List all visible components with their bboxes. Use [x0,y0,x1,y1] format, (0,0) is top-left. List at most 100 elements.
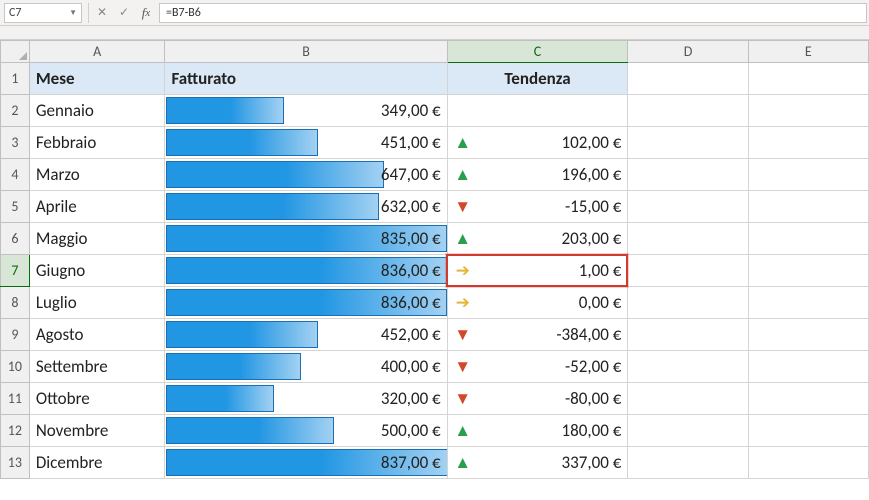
spreadsheet-grid[interactable]: A B C D E 1 Mese Fatturato Tendenza 2Gen… [0,40,869,479]
cell-C3[interactable]: ▲102,00 € [447,127,628,159]
cell-D8[interactable] [628,287,748,319]
insert-function-icon[interactable]: fx [135,2,157,24]
cell-B8[interactable]: 836,00 € [165,287,447,319]
cell-C11[interactable]: ▼-80,00 € [447,383,628,415]
cell-E7[interactable] [748,255,868,287]
row-header-11[interactable]: 11 [1,383,30,415]
cell-C6[interactable]: ▲203,00 € [447,223,628,255]
col-header-A[interactable]: A [29,41,165,63]
header-fatturato[interactable]: Fatturato [165,63,447,95]
formula-input[interactable]: =B7-B6 [159,3,867,23]
row-header-3[interactable]: 3 [1,127,30,159]
tendenza-value: -384,00 € [472,324,622,345]
col-header-E[interactable]: E [748,41,868,63]
cell-B4[interactable]: 647,00 € [165,159,447,191]
cell-C2[interactable] [447,95,628,127]
cell-C8[interactable]: ➔0,00 € [447,287,628,319]
cell-A13[interactable]: Dicembre [29,447,165,479]
cell-C10[interactable]: ▼-52,00 € [447,351,628,383]
row-header-8[interactable]: 8 [1,287,30,319]
cell-D3[interactable] [628,127,748,159]
cell-A6[interactable]: Maggio [29,223,165,255]
cell-D5[interactable] [628,191,748,223]
cell-C9[interactable]: ▼-384,00 € [447,319,628,351]
fatturato-value: 320,00 € [381,388,441,409]
cell-A8[interactable]: Luglio [29,287,165,319]
cell-D2[interactable] [628,95,748,127]
cancel-icon[interactable]: ✕ [91,2,113,24]
enter-icon[interactable]: ✓ [113,2,135,24]
fatturato-value: 451,00 € [381,132,441,153]
row-header-1[interactable]: 1 [1,63,30,95]
header-mese[interactable]: Mese [29,63,165,95]
cell-A9[interactable]: Agosto [29,319,165,351]
row-header-7[interactable]: 7 [1,255,30,287]
col-header-B[interactable]: B [165,41,447,63]
cell-C5[interactable]: ▼-15,00 € [447,191,628,223]
name-box[interactable]: C7 ▼ [4,3,82,23]
cell-D4[interactable] [628,159,748,191]
mese-value: Dicembre [36,452,103,473]
cell-A7[interactable]: Giugno [29,255,165,287]
cell-B5[interactable]: 632,00 € [165,191,447,223]
cell-B7[interactable]: 836,00 € [165,255,447,287]
row-header-4[interactable]: 4 [1,159,30,191]
cell-C13[interactable]: ▲337,00 € [447,447,628,479]
cell-E12[interactable] [748,415,868,447]
cell-B12[interactable]: 500,00 € [165,415,447,447]
cell-B11[interactable]: 320,00 € [165,383,447,415]
tendenza-value: -15,00 € [472,196,622,217]
cell-D12[interactable] [628,415,748,447]
cell-D9[interactable] [628,319,748,351]
cell-D13[interactable] [628,447,748,479]
mese-value: Aprile [36,196,77,217]
cell-A11[interactable]: Ottobre [29,383,165,415]
cell-B9[interactable]: 452,00 € [165,319,447,351]
cell-B2[interactable]: 349,00 € [165,95,447,127]
col-header-D[interactable]: D [628,41,748,63]
cell-D6[interactable] [628,223,748,255]
cell-C7[interactable]: ➔1,00 € [447,255,628,287]
cell-B3[interactable]: 451,00 € [165,127,447,159]
cell-B6[interactable]: 835,00 € [165,223,447,255]
row-header-12[interactable]: 12 [1,415,30,447]
header-tendenza[interactable]: Tendenza [447,63,628,95]
col-header-C[interactable]: C [447,41,628,63]
row-header-5[interactable]: 5 [1,191,30,223]
cell-E1[interactable] [748,63,868,95]
chevron-down-icon[interactable]: ▼ [69,8,77,18]
cell-A3[interactable]: Febbraio [29,127,165,159]
cell-E10[interactable] [748,351,868,383]
row-header-10[interactable]: 10 [1,351,30,383]
cell-D7[interactable] [628,255,748,287]
cell-E11[interactable] [748,383,868,415]
cell-E4[interactable] [748,159,868,191]
cell-E8[interactable] [748,287,868,319]
cell-D10[interactable] [628,351,748,383]
row-header-6[interactable]: 6 [1,223,30,255]
cell-A4[interactable]: Marzo [29,159,165,191]
row-header-2[interactable]: 2 [1,95,30,127]
fatturato-value: 836,00 € [381,292,441,313]
trend-icon-wrap: ▲ [454,420,472,441]
cell-E2[interactable] [748,95,868,127]
cell-C4[interactable]: ▲196,00 € [447,159,628,191]
cell-D1[interactable] [628,63,748,95]
cell-A12[interactable]: Novembre [29,415,165,447]
cell-D11[interactable] [628,383,748,415]
arrow-right-icon: ➔ [456,292,470,313]
cell-A10[interactable]: Settembre [29,351,165,383]
cell-E6[interactable] [748,223,868,255]
cell-C12[interactable]: ▲180,00 € [447,415,628,447]
cell-A2[interactable]: Gennaio [29,95,165,127]
cell-B10[interactable]: 400,00 € [165,351,447,383]
row-header-9[interactable]: 9 [1,319,30,351]
cell-E13[interactable] [748,447,868,479]
cell-B13[interactable]: 837,00 € [165,447,447,479]
cell-E9[interactable] [748,319,868,351]
cell-E3[interactable] [748,127,868,159]
cell-A5[interactable]: Aprile [29,191,165,223]
select-all-corner[interactable] [1,41,30,63]
row-header-13[interactable]: 13 [1,447,30,479]
cell-E5[interactable] [748,191,868,223]
